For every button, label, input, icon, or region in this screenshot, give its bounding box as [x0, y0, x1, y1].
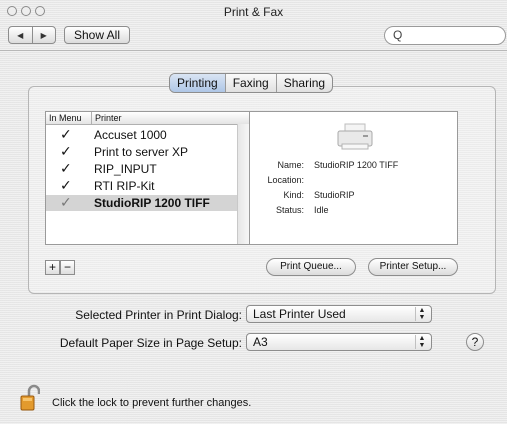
in-menu-checkbox[interactable]: ✓︎ — [60, 195, 74, 210]
in-menu-checkbox[interactable]: ✓︎ — [60, 178, 74, 193]
name-label: Name: — [277, 160, 304, 170]
column-divider — [91, 112, 92, 124]
selected-printer-label: Selected Printer in Print Dialog: — [75, 308, 242, 322]
lock-icon[interactable] — [20, 384, 40, 412]
location-label: Location: — [267, 175, 304, 185]
popup-arrows-icon: ▲ ▼ — [415, 307, 428, 321]
back-button[interactable]: ◀ — [9, 27, 32, 43]
print-queue-button[interactable]: Print Queue... — [266, 258, 356, 276]
printer-name: RTI RIP-Kit — [94, 179, 155, 193]
name-value: StudioRIP 1200 TIFF — [314, 160, 399, 170]
in-menu-checkbox[interactable]: ✓︎ — [60, 127, 74, 142]
tab-bar: Printing Faxing Sharing — [169, 73, 334, 93]
printer-name: Print to server XP — [94, 145, 189, 159]
printer-row-selected[interactable]: ✓︎ StudioRIP 1200 TIFF — [46, 195, 238, 211]
status-label: Status: — [275, 205, 304, 215]
lock-message: Click the lock to prevent further change… — [52, 397, 252, 409]
forward-button[interactable]: ▶ — [31, 27, 56, 43]
popup-arrows-icon: ▲ ▼ — [415, 335, 428, 349]
remove-printer-button[interactable]: − — [60, 260, 75, 275]
window-title: Print & Fax — [223, 5, 284, 19]
column-header-in-menu[interactable]: In Menu — [49, 112, 82, 124]
column-header-printer[interactable]: Printer — [95, 112, 122, 124]
printer-list-header: In Menu Printer — [46, 112, 249, 125]
tab-sharing[interactable]: Sharing — [275, 74, 332, 92]
paper-size-label: Default Paper Size in Page Setup: — [59, 336, 242, 350]
printer-row[interactable]: ✓︎ RIP_INPUT — [46, 161, 238, 177]
paper-size-popup[interactable]: A3 ▲ ▼ — [246, 333, 432, 351]
add-printer-button[interactable]: + — [45, 260, 60, 275]
tab-printing[interactable]: Printing — [170, 74, 225, 92]
status-value: Idle — [314, 205, 329, 215]
in-menu-checkbox[interactable]: ✓︎ — [60, 161, 74, 176]
printer-name: StudioRIP 1200 TIFF — [94, 196, 210, 210]
printer-name: RIP_INPUT — [94, 162, 157, 176]
printer-setup-button[interactable]: Printer Setup... — [368, 258, 458, 276]
show-all-button[interactable]: Show All — [64, 26, 130, 44]
search-field[interactable]: Q — [384, 26, 506, 45]
in-menu-checkbox[interactable]: ✓︎ — [60, 144, 74, 159]
kind-value: StudioRIP — [314, 190, 355, 200]
search-icon: Q — [393, 28, 403, 42]
printer-row[interactable]: ✓︎ RTI RIP-Kit — [46, 178, 238, 194]
selected-printer-popup[interactable]: Last Printer Used ▲ ▼ — [246, 305, 432, 323]
right-arrow-icon: ▶ — [40, 30, 47, 40]
toolbar-divider — [0, 50, 507, 51]
printer-name: Accuset 1000 — [94, 128, 167, 142]
kind-label: Kind: — [283, 190, 304, 200]
selected-printer-value: Last Printer Used — [253, 307, 346, 321]
left-arrow-icon: ◀ — [17, 30, 24, 40]
paper-size-value: A3 — [253, 335, 268, 349]
printer-row[interactable]: ✓︎ Print to server XP — [46, 144, 238, 160]
window-titlebar: Print & Fax ◀ ▶ Show All Q — [0, 0, 507, 50]
printer-row[interactable]: ✓︎ Accuset 1000 — [46, 127, 238, 143]
help-button[interactable]: ? — [466, 333, 484, 351]
printer-icon — [337, 123, 373, 150]
printer-list: In Menu Printer ✓︎ Accuset 1000 ✓︎ Print… — [45, 111, 250, 245]
tab-faxing[interactable]: Faxing — [224, 74, 276, 92]
back-forward-control: ◀ ▶ — [8, 26, 56, 44]
